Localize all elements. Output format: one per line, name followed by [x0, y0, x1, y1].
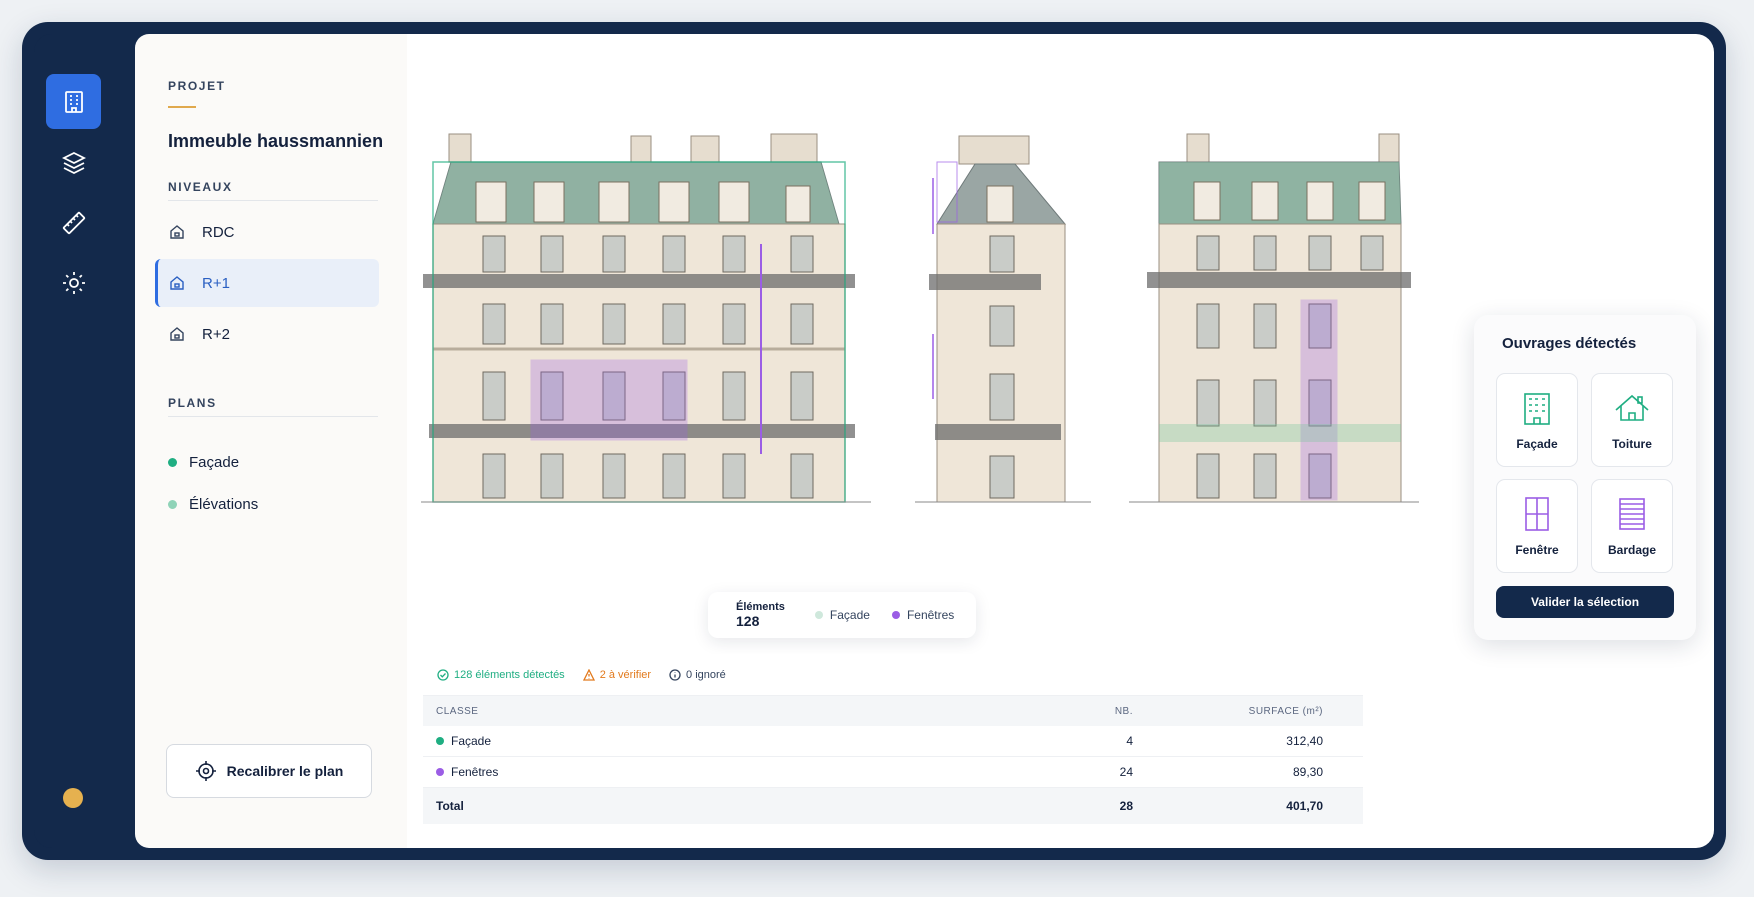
- detection-status-bar: 128 éléments détectés 2 à vérifier 0 ign…: [423, 654, 1363, 696]
- rail-building-button[interactable]: [46, 74, 101, 129]
- level-label: RDC: [202, 223, 235, 241]
- plans-section-label: PLANS: [168, 396, 217, 410]
- project-section-label: PROJET: [168, 79, 226, 93]
- roof-icon: [1615, 394, 1649, 421]
- level-item-r2[interactable]: R+2: [155, 310, 379, 358]
- legend-color-dot: [891, 611, 900, 619]
- rail-ruler-button[interactable]: [46, 195, 101, 250]
- plan-color-dot: [168, 458, 177, 467]
- row-count: 24: [1119, 765, 1133, 779]
- plan-item-facade[interactable]: Façade: [168, 454, 239, 471]
- detected-works-card: Ouvrages détectés Façade Toiture Fenêtre…: [1474, 315, 1696, 640]
- ruler-icon: [62, 211, 85, 234]
- table-total-row: Total 28 401,70: [423, 788, 1363, 824]
- plan-color-dot: [168, 500, 177, 509]
- levels-section-label: NIVEAUX: [168, 180, 233, 194]
- level-label: R+1: [202, 274, 230, 292]
- legend-color-dot: [814, 611, 823, 619]
- tile-label: Façade: [1516, 437, 1558, 451]
- tile-label: Toiture: [1612, 437, 1652, 451]
- building-icon: [64, 90, 83, 113]
- elevation-drawing-side[interactable]: [915, 124, 1091, 504]
- window-icon: [1525, 497, 1549, 531]
- plan-label: Élévations: [189, 496, 259, 513]
- tile-cladding[interactable]: Bardage: [1591, 479, 1673, 573]
- total-surface: 401,70: [1286, 799, 1323, 813]
- row-color-dot: [436, 737, 444, 745]
- target-icon: [195, 761, 216, 781]
- check-circle-icon: [437, 668, 449, 681]
- app-frame: PROJET Immeuble haussmannien NIVEAUX RDC…: [22, 22, 1726, 860]
- status-ignored-label: 0 ignoré: [686, 668, 726, 681]
- header-count: NB.: [1114, 705, 1133, 717]
- total-count: 28: [1119, 799, 1133, 813]
- icon-rail: [34, 34, 112, 848]
- status-ignored[interactable]: 0 ignoré: [669, 669, 726, 681]
- divider: [168, 200, 378, 201]
- status-to-verify-label: 2 à vérifier: [599, 668, 652, 681]
- gear-icon: [62, 271, 85, 294]
- elements-label: Éléments: [736, 601, 785, 613]
- home-icon: [170, 225, 184, 239]
- elevation-drawing-main[interactable]: [421, 124, 871, 504]
- facade-icon: [1524, 393, 1550, 425]
- table-row[interactable]: Façade 4 312,40: [423, 726, 1363, 757]
- plan-label: Façade: [189, 454, 240, 471]
- warning-icon: [582, 668, 595, 681]
- card-title: Ouvrages détectés: [1502, 335, 1637, 352]
- rail-settings-button[interactable]: [46, 255, 101, 310]
- row-surface: 89,30: [1292, 765, 1323, 779]
- cladding-icon: [1619, 498, 1645, 530]
- table-row[interactable]: Fenêtres 24 89,30: [423, 757, 1363, 788]
- tile-label: Bardage: [1607, 543, 1657, 557]
- user-status-dot[interactable]: [63, 788, 83, 808]
- row-color-dot: [436, 768, 444, 776]
- level-item-r1[interactable]: R+1: [155, 259, 379, 307]
- plan-item-elevations[interactable]: Élévations: [168, 496, 258, 513]
- header-class: CLASSE: [436, 705, 479, 717]
- level-label: R+2: [202, 325, 230, 343]
- divider: [168, 416, 378, 417]
- elements-count: 128: [736, 613, 760, 629]
- level-item-rdc[interactable]: RDC: [155, 208, 379, 256]
- status-to-verify[interactable]: 2 à vérifier: [582, 668, 652, 681]
- home-icon: [170, 276, 184, 290]
- row-class: Fenêtres: [451, 765, 499, 779]
- legend-item-windows[interactable]: Fenêtres: [891, 608, 955, 622]
- legend-label: Fenêtres: [906, 608, 955, 622]
- total-label: Total: [436, 799, 464, 813]
- legend-item-facade[interactable]: Façade: [814, 608, 870, 622]
- row-class: Façade: [451, 734, 492, 748]
- tile-label: Fenêtre: [1515, 543, 1559, 557]
- legend-label: Façade: [829, 608, 870, 622]
- home-icon: [170, 327, 184, 341]
- elevation-drawing-right[interactable]: [1129, 124, 1419, 504]
- info-icon: [669, 668, 681, 681]
- accent-underline: [168, 106, 196, 108]
- app-window: PROJET Immeuble haussmannien NIVEAUX RDC…: [34, 34, 1714, 848]
- table-header: CLASSE NB. SURFACE (m²): [423, 696, 1363, 726]
- header-surface: SURFACE (m²): [1248, 705, 1323, 717]
- validate-selection-button[interactable]: Valider la sélection: [1496, 586, 1674, 618]
- project-panel: PROJET Immeuble haussmannien NIVEAUX RDC…: [135, 34, 407, 848]
- row-surface: 312,40: [1286, 734, 1323, 748]
- rail-layers-button[interactable]: [46, 135, 101, 190]
- tile-window[interactable]: Fenêtre: [1496, 479, 1578, 573]
- layers-icon: [61, 151, 86, 174]
- elements-legend: Éléments 128 Façade Fenêtres: [708, 592, 976, 638]
- summary-table: 128 éléments détectés 2 à vérifier 0 ign…: [423, 654, 1363, 828]
- recalibrate-button[interactable]: Recalibrer le plan: [166, 744, 372, 798]
- row-count: 4: [1126, 734, 1133, 748]
- recalibrate-label: Recalibrer le plan: [226, 763, 344, 779]
- tile-roof[interactable]: Toiture: [1591, 373, 1673, 467]
- status-detected-label: 128 éléments détectés: [454, 668, 565, 681]
- status-detected: 128 éléments détectés: [437, 669, 565, 681]
- tile-facade[interactable]: Façade: [1496, 373, 1578, 467]
- project-title: Immeuble haussmannien: [168, 131, 384, 151]
